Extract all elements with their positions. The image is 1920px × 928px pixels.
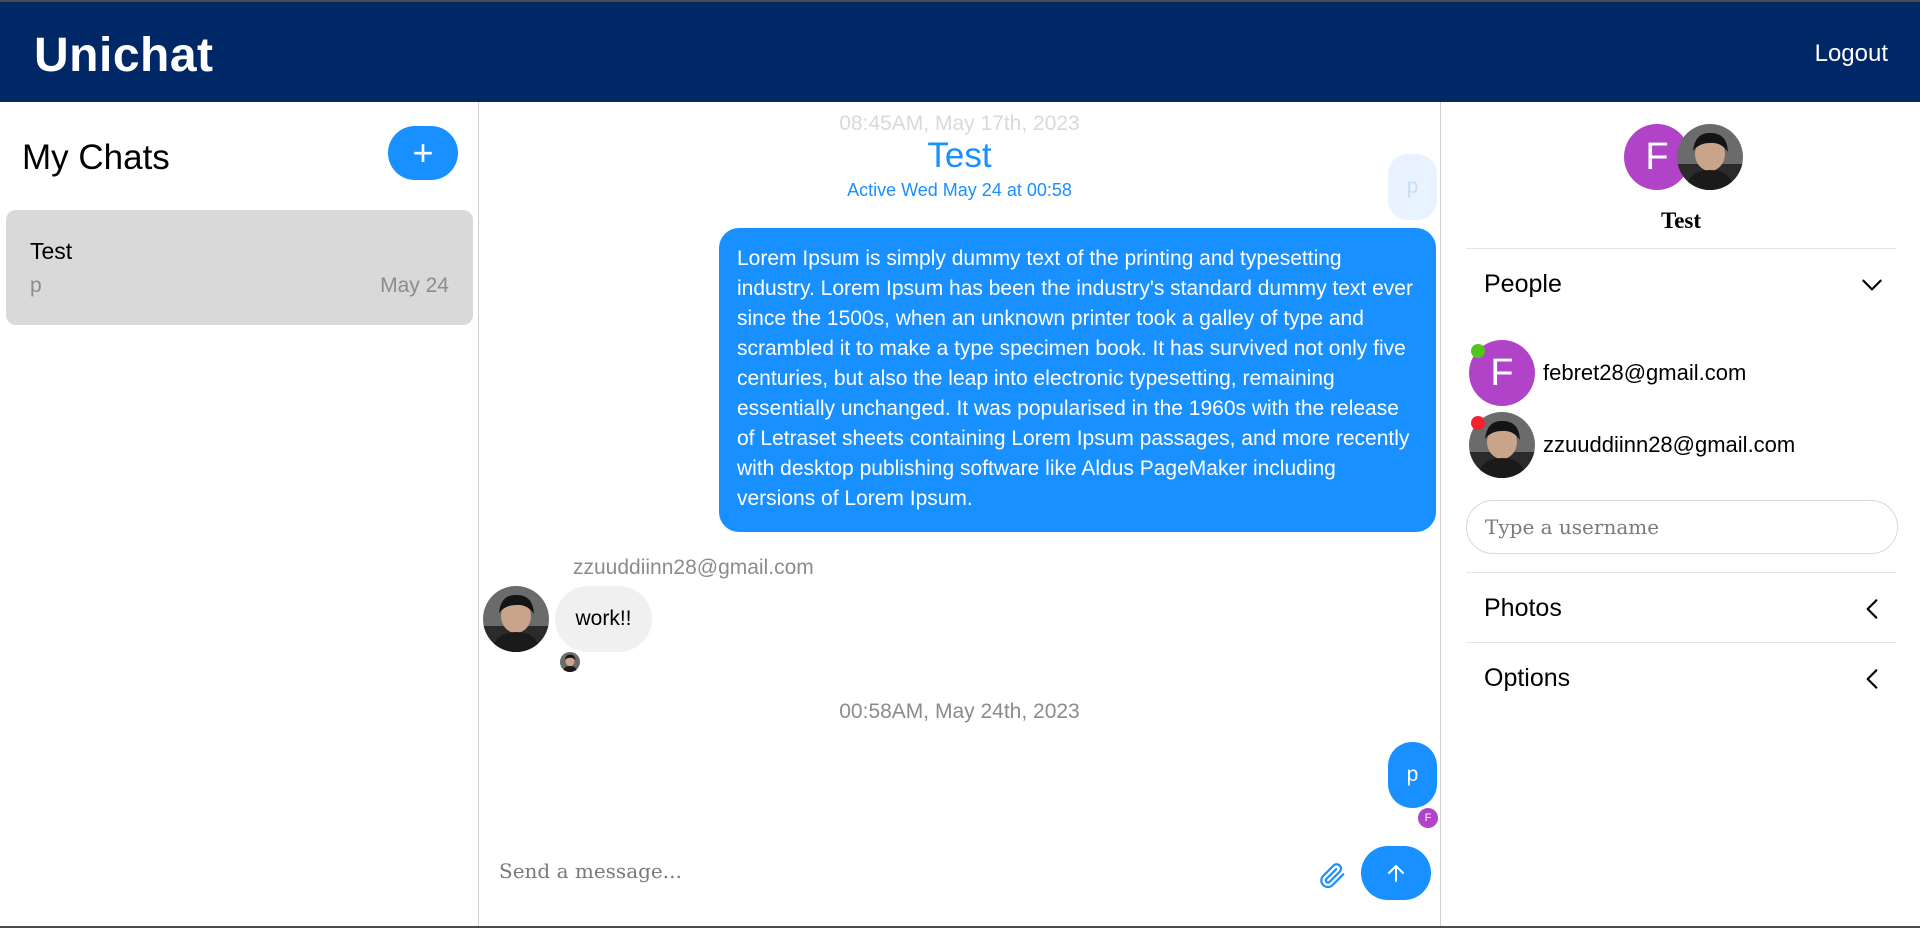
- people-section-header[interactable]: People: [1484, 270, 1562, 299]
- app-logo-text: Unichat: [34, 29, 214, 82]
- chat-details-panel: F Test People F febret28@gmail.com zzuud…: [1440, 102, 1920, 928]
- chat-list-item[interactable]: Test p May 24: [6, 210, 473, 325]
- own-message-bubble: Lorem Ipsum is simply dummy text of the …: [719, 228, 1436, 532]
- chat-title: Test: [927, 136, 992, 175]
- send-button[interactable]: [1361, 846, 1431, 900]
- person-email: zzuuddiinn28@gmail.com: [1543, 432, 1796, 457]
- chevron-left-icon[interactable]: [1859, 596, 1885, 622]
- chat-list-item-title: Test: [30, 238, 73, 264]
- chat-activity-status: Active Wed May 24 at 00:58: [847, 180, 1072, 200]
- chat-list-panel: My Chats + Test p May 24: [0, 102, 479, 928]
- sender-avatar: [483, 586, 549, 652]
- divider: [1466, 572, 1896, 573]
- other-message-bubble: work!!: [555, 586, 652, 652]
- arrow-up-icon: [1388, 865, 1404, 882]
- photos-section-header[interactable]: Photos: [1484, 594, 1562, 623]
- chat-feed: 08:45AM, May 17th, 2023 p Test Active We…: [479, 102, 1440, 928]
- chevron-down-icon[interactable]: [1859, 272, 1885, 298]
- offline-status-dot: [1471, 416, 1485, 430]
- options-section-header[interactable]: Options: [1484, 664, 1570, 693]
- chat-list-item-date: May 24: [380, 274, 449, 297]
- chat-list-title: My Chats: [22, 138, 170, 177]
- chat-list-item-last-message: p: [30, 274, 42, 297]
- username-input[interactable]: [1466, 500, 1898, 554]
- message-timestamp: 00:58AM, May 24th, 2023: [839, 700, 1080, 723]
- faded-timestamp: 08:45AM, May 17th, 2023: [839, 112, 1080, 135]
- message-input[interactable]: [499, 846, 1259, 896]
- logout-button[interactable]: Logout: [1815, 40, 1888, 68]
- read-receipt-avatar: [560, 652, 580, 672]
- chevron-left-icon[interactable]: [1859, 666, 1885, 692]
- own-message-bubble-short: p: [1388, 742, 1437, 808]
- online-status-dot: [1471, 344, 1485, 358]
- message-sender-name: zzuuddiinn28@gmail.com: [573, 556, 814, 579]
- chat-avatar-photo: [1677, 124, 1743, 190]
- person-email: febret28@gmail.com: [1543, 360, 1747, 385]
- new-chat-button[interactable]: +: [388, 126, 458, 180]
- app-header: Unichat Logout: [0, 2, 1920, 102]
- read-receipt-initial: F: [1418, 808, 1438, 828]
- divider: [1466, 248, 1896, 249]
- divider: [1466, 642, 1896, 643]
- paperclip-icon[interactable]: [1317, 860, 1347, 890]
- chat-details-title: Test: [1660, 208, 1702, 233]
